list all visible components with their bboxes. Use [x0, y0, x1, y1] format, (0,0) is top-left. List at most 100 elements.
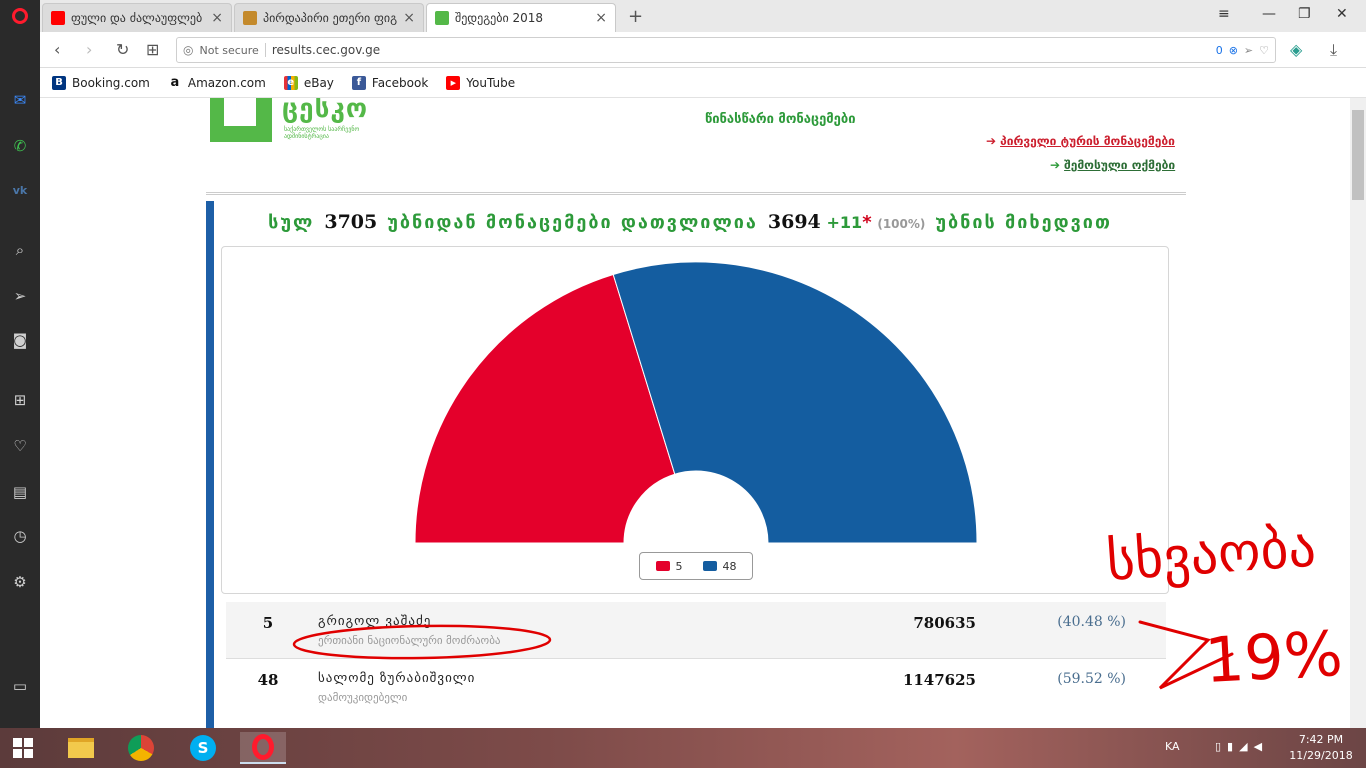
- system-tray-icons[interactable]: ▯▮◢◀: [1215, 740, 1268, 753]
- opera-button[interactable]: [240, 732, 286, 764]
- bookmark-ebay[interactable]: e eBay: [283, 75, 334, 90]
- legend-item-5[interactable]: 5: [655, 560, 683, 573]
- bookmark-amazon[interactable]: a Amazon.com: [167, 75, 266, 90]
- chart-legend: 5 48: [639, 552, 753, 580]
- summary-prefix: სულ: [268, 211, 315, 233]
- facebook-icon: f: [351, 75, 366, 90]
- arrow-right-icon: ➔: [1050, 158, 1061, 172]
- close-icon[interactable]: ×: [211, 10, 223, 26]
- heart-icon[interactable]: ♡: [10, 436, 30, 456]
- chart-slice-48[interactable]: [612, 261, 978, 544]
- close-icon[interactable]: ×: [403, 10, 415, 26]
- booking-icon: B: [52, 75, 66, 90]
- bookmark-facebook[interactable]: f Facebook: [351, 75, 429, 90]
- reload-icon[interactable]: ↻: [116, 40, 129, 59]
- bookmark-youtube[interactable]: ▶ YouTube: [446, 75, 516, 90]
- youtube-favicon-icon: [51, 11, 65, 25]
- tab-2[interactable]: პირდაპირი ეთერი ფიგ ×: [234, 3, 424, 32]
- opera-menu-button[interactable]: [0, 0, 40, 32]
- logo-text: ცესკო: [282, 98, 368, 124]
- windows-taskbar: S KA ▯▮◢◀ 7:42 PM 11/29/2018: [0, 728, 1366, 768]
- bookmark-heart-icon[interactable]: ♡: [1259, 44, 1269, 57]
- news-icon[interactable]: ▤: [10, 482, 30, 502]
- candidate-percent: (59.52 %): [1057, 671, 1126, 687]
- history-icon[interactable]: ◷: [10, 526, 30, 546]
- total-precincts: 3705: [324, 211, 378, 233]
- semi-donut-chart: [414, 261, 978, 544]
- window-close-icon[interactable]: ✕: [1336, 6, 1348, 22]
- legend-swatch: [655, 561, 670, 571]
- windows-icon: [13, 738, 33, 758]
- forward-icon[interactable]: ›: [86, 40, 92, 59]
- bookmark-label: YouTube: [466, 75, 516, 90]
- chrome-icon: [128, 735, 154, 761]
- first-round-link[interactable]: ➔ პირველი ტურის მონაცემები: [986, 134, 1175, 148]
- ebay-icon: e: [283, 75, 298, 90]
- back-icon[interactable]: ‹: [54, 40, 60, 59]
- scroll-thumb[interactable]: [1352, 110, 1364, 200]
- messenger-icon[interactable]: ✉: [10, 90, 30, 110]
- bookmark-label: Booking.com: [72, 75, 150, 90]
- opera-sidebar: ✉ ✆ vk ⌕ ➢ ◙ ⊞ ♡ ▤ ◷ ⚙ ▭: [0, 32, 40, 728]
- divider: [206, 192, 1186, 195]
- vk-icon[interactable]: vk: [10, 180, 30, 200]
- plus-precincts: +11: [826, 213, 863, 232]
- close-icon[interactable]: ×: [595, 10, 607, 26]
- adblock-icon[interactable]: ⊗: [1229, 44, 1238, 57]
- send-icon[interactable]: ➢: [1244, 44, 1253, 57]
- start-button[interactable]: [0, 732, 46, 764]
- divider: [264, 43, 266, 57]
- legend-item-48[interactable]: 48: [702, 560, 737, 573]
- tab-1[interactable]: ფული და ძალაუფლებ ×: [42, 3, 232, 32]
- search-icon[interactable]: ⌕: [10, 240, 30, 260]
- logo-subtitle: საქართველოს საარჩევნო ადმინისტრაცია: [284, 126, 360, 140]
- file-explorer-button[interactable]: [58, 732, 104, 764]
- minimize-icon[interactable]: —: [1262, 6, 1276, 22]
- chrome-button[interactable]: [118, 732, 164, 764]
- vpn-icon[interactable]: ◈: [1290, 40, 1302, 59]
- bookmark-booking[interactable]: B Booking.com: [52, 75, 150, 90]
- whatsapp-icon[interactable]: ✆: [10, 136, 30, 156]
- security-label: Not secure: [199, 43, 259, 57]
- settings-gear-icon[interactable]: ⚙: [10, 572, 30, 592]
- amazon-icon: a: [167, 75, 182, 90]
- results-chart: 5 48: [221, 246, 1169, 594]
- bookmark-label: eBay: [303, 75, 334, 90]
- candidate-name: გრიგოლ ვაშაძე: [318, 614, 432, 629]
- speed-dial-icon[interactable]: ⊞: [146, 40, 159, 59]
- new-tab-button[interactable]: +: [628, 6, 643, 27]
- bookmark-label: Amazon.com: [187, 75, 266, 90]
- globe-icon: ◎: [183, 43, 194, 57]
- bookmarks-bar: B Booking.com a Amazon.com e eBay f Face…: [40, 68, 1366, 98]
- tab-title: შედეგები 2018: [455, 11, 544, 25]
- folder-icon: [68, 738, 94, 758]
- camera-icon[interactable]: ◙: [10, 330, 30, 350]
- candidate-party: დამოუკიდებელი: [318, 691, 408, 704]
- cec-logo[interactable]: ცესკო საქართველოს საარჩევნო ადმინისტრაცი…: [210, 98, 410, 146]
- send-icon[interactable]: ➢: [10, 286, 30, 306]
- downloads-icon[interactable]: ⤓: [1330, 40, 1337, 60]
- adblock-count: 0: [1215, 43, 1223, 57]
- candidate-percent: (40.48 %): [1057, 614, 1126, 630]
- skype-icon: S: [190, 735, 216, 761]
- page-scrollbar[interactable]: [1350, 98, 1366, 728]
- clock-time: 7:42 PM: [1298, 733, 1344, 746]
- bookmark-label: Facebook: [371, 75, 429, 90]
- clock[interactable]: 7:42 PM 11/29/2018: [1286, 732, 1356, 764]
- candidate-name: სალომე ზურაბიშვილი: [318, 671, 476, 686]
- address-bar[interactable]: ◎ Not secure results.cec.gov.ge 0 ⊗ ➢ ♡: [176, 37, 1276, 63]
- candidate-row: 48 სალომე ზურაბიშვილი დამოუკიდებელი 1147…: [226, 658, 1166, 714]
- counted-precincts: 3694: [767, 211, 821, 233]
- tab-menu-icon[interactable]: ≡: [1218, 6, 1230, 22]
- skype-button[interactable]: S: [180, 732, 226, 764]
- counted-percent: (100%): [877, 217, 926, 231]
- tab-3-active[interactable]: შედეგები 2018 ×: [426, 3, 616, 32]
- candidate-row: 5 გრიგოლ ვაშაძე ერთიანი ნაციონალური მოძრ…: [226, 602, 1166, 658]
- arrow-right-icon: ➔: [986, 134, 997, 148]
- counted-precincts-link[interactable]: ➔ შემოსული ოქმები: [1050, 158, 1175, 172]
- sidebar-toggle-icon[interactable]: ▭: [10, 676, 30, 696]
- input-language[interactable]: KA: [1165, 740, 1180, 753]
- url-text[interactable]: results.cec.gov.ge: [272, 43, 380, 57]
- maximize-icon[interactable]: ❐: [1298, 6, 1311, 22]
- speed-dial-icon[interactable]: ⊞: [10, 390, 30, 410]
